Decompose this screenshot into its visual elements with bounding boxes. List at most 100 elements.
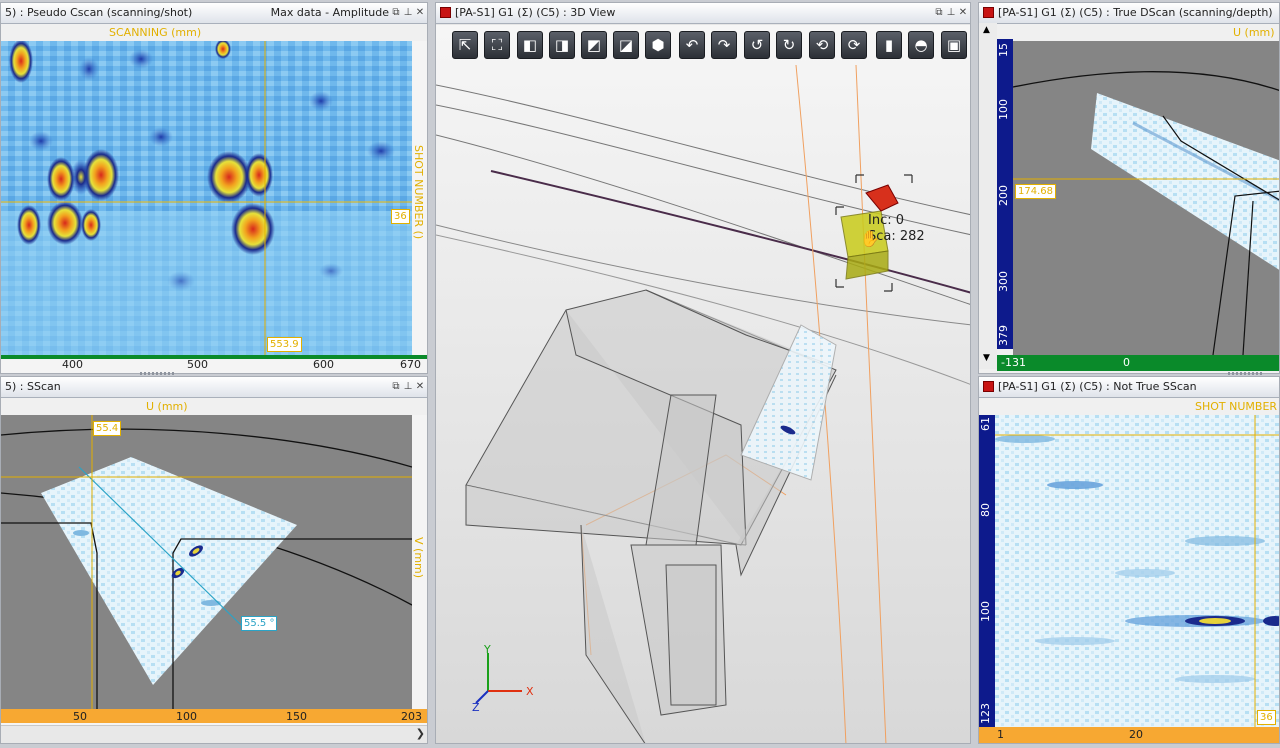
cube-solid-icon: ⬢: [651, 36, 665, 54]
view-solid-button[interactable]: ⬢: [645, 31, 671, 59]
view3d-scene[interactable]: [436, 25, 971, 744]
sscan-title: 5) : SScan: [5, 380, 61, 393]
sscan-x-axis-label: U (mm): [146, 400, 188, 413]
rotate-ccw-button[interactable]: ↺: [744, 31, 770, 59]
cscan-cursor-x-label[interactable]: 553.9: [267, 337, 302, 352]
scroll-down-icon[interactable]: ▼: [983, 353, 990, 363]
sscan-orange-bar: [1, 709, 427, 723]
restore-icon[interactable]: ⧉: [391, 377, 401, 397]
dscan-cursor-depth-label[interactable]: 174.68: [1015, 184, 1056, 199]
sscan-cursor-u-label[interactable]: 55.4: [93, 421, 122, 436]
sscan-scrollbar[interactable]: ❯: [1, 725, 427, 743]
pin-icon[interactable]: ⊥: [946, 3, 956, 23]
protractor-button[interactable]: ◓: [908, 31, 934, 59]
restore-icon[interactable]: ⧉: [391, 3, 401, 23]
pin-icon[interactable]: ⊥: [403, 3, 413, 23]
cscan-y-axis-label: SHOT NUMBER (): [412, 145, 425, 240]
scroll-right-icon[interactable]: ❯: [416, 727, 425, 740]
cube-front-icon: ◧: [522, 36, 538, 54]
rotate-left-button[interactable]: ↶: [679, 31, 705, 59]
cscan-title: 5) : Pseudo Cscan (scanning/shot): [5, 6, 193, 19]
cscan-panel: 5) : Pseudo Cscan (scanning/shot) Max da…: [0, 2, 428, 374]
box-icon: ▣: [946, 36, 962, 54]
sscan-panel: 5) : SScan ⧉ ⊥ ✕ U (mm) 55.4 55.5 ° V (m…: [0, 376, 428, 744]
splitter-grip[interactable]: [140, 372, 176, 375]
sscan-y-axis: V (mm): [412, 415, 427, 709]
close-icon[interactable]: ✕: [415, 3, 425, 23]
window-color-icon: [440, 6, 451, 18]
cscan-tick: 400: [62, 358, 83, 371]
restore-icon[interactable]: ⧉: [934, 3, 944, 23]
view3d-panel: [PA-S1] G1 (Σ) (C5) : 3D View ⧉ ⊥ ✕ Inc:…: [435, 2, 971, 744]
ntsscan-tick: 61: [979, 417, 992, 431]
rotate-cw-icon: ↻: [782, 36, 796, 54]
view-iso-button[interactable]: ◪: [613, 31, 639, 59]
ntsscan-title: [PA-S1] G1 (Σ) (C5) : Not True SScan: [998, 380, 1197, 393]
fit-view-button[interactable]: ⛶: [484, 31, 510, 59]
cube-back-icon: ◨: [554, 36, 570, 54]
cscan-tick: 670: [400, 358, 421, 371]
dscan-tick: 100: [997, 99, 1010, 120]
dscan-tick: 379: [997, 325, 1010, 346]
axis-z-label: Z: [472, 701, 480, 714]
cscan-titlebar[interactable]: 5) : Pseudo Cscan (scanning/shot) Max da…: [1, 3, 427, 24]
ntsscan-plot[interactable]: [995, 415, 1279, 727]
view3d-titlebar[interactable]: [PA-S1] G1 (Σ) (C5) : 3D View ⧉ ⊥ ✕: [436, 3, 970, 24]
close-icon[interactable]: ✕: [415, 377, 425, 397]
sscan-titlebar[interactable]: 5) : SScan ⧉ ⊥ ✕: [1, 377, 427, 398]
ntsscan-tick: 20: [1129, 728, 1143, 741]
rotate-right-icon: ↷: [717, 36, 731, 54]
sscan-image: [1, 415, 412, 709]
cscan-x-scale: 400 500 600 670: [1, 355, 427, 373]
fit-icon: ⛶: [491, 36, 503, 54]
ntsscan-titlebar[interactable]: [PA-S1] G1 (Σ) (C5) : Not True SScan: [979, 377, 1279, 398]
rotate-refresh-icon: ⟳: [847, 36, 861, 54]
dscan-tick: 15: [997, 43, 1010, 57]
ntsscan-tick: 100: [979, 601, 992, 622]
ntsscan-x-axis-label: SHOT NUMBER: [1195, 400, 1278, 413]
ntsscan-tick: 80: [979, 503, 992, 517]
box-view-button[interactable]: ▣: [941, 31, 967, 59]
cscan-x-axis-label: SCANNING (mm): [109, 26, 202, 39]
ntsscan-x-scale: 1 20: [979, 727, 1279, 743]
sscan-tick: 150: [286, 710, 307, 723]
view3d-title: [PA-S1] G1 (Σ) (C5) : 3D View: [455, 6, 616, 19]
sscan-angle-label[interactable]: 55.5 °: [241, 616, 278, 631]
sscan-y-axis-label: V (mm): [412, 537, 425, 579]
axis-y-label: Y: [484, 643, 491, 656]
view-back-button[interactable]: ◨: [549, 31, 575, 59]
ntsscan-panel: [PA-S1] G1 (Σ) (C5) : Not True SScan SHO…: [978, 376, 1280, 744]
window-color-icon: [983, 380, 994, 392]
ntsscan-tick: 123: [979, 703, 992, 724]
view-front-button[interactable]: ◧: [517, 31, 543, 59]
ntsscan-cursor-label[interactable]: 36: [1257, 710, 1276, 725]
cscan-y-axis: SHOT NUMBER (): [412, 41, 427, 355]
rotate-cw-button[interactable]: ↻: [776, 31, 802, 59]
sscan-plot[interactable]: [1, 415, 412, 709]
rotate-reset-button[interactable]: ⟲: [809, 31, 835, 59]
view-side-button[interactable]: ◩: [581, 31, 607, 59]
scroll-up-icon[interactable]: ▲: [983, 25, 990, 35]
cscan-cursor-y-label[interactable]: 36: [391, 209, 410, 224]
ntsscan-tick: 1: [997, 728, 1004, 741]
window-color-icon: [983, 6, 994, 18]
select-tool-button[interactable]: ⇱: [452, 31, 478, 59]
dscan-titlebar[interactable]: [PA-S1] G1 (Σ) (C5) : True DScan (scanni…: [979, 3, 1279, 24]
splitter-grip[interactable]: [1228, 372, 1264, 375]
ruler-button[interactable]: ▮: [876, 31, 902, 59]
dscan-y-scale: 15 100 200 300 379: [997, 39, 1013, 349]
cscan-plot[interactable]: [1, 41, 412, 355]
pin-icon[interactable]: ⊥: [403, 377, 413, 397]
ntsscan-y-scale: 61 80 100 123: [979, 415, 995, 727]
cscan-tick: 500: [187, 358, 208, 371]
axis-x-label: X: [526, 685, 534, 698]
rotate-right-button[interactable]: ↷: [711, 31, 737, 59]
rotate-refresh-button[interactable]: ⟳: [841, 31, 867, 59]
cube-side-icon: ◩: [586, 36, 602, 54]
cube-iso-icon: ◪: [618, 36, 634, 54]
dscan-vscroll[interactable]: ▲ ▼: [979, 23, 997, 369]
rotate-reset-icon: ⟲: [815, 36, 829, 54]
close-icon[interactable]: ✕: [958, 3, 968, 23]
protractor-icon: ◓: [914, 36, 928, 54]
dscan-tick: -131: [1001, 356, 1026, 369]
